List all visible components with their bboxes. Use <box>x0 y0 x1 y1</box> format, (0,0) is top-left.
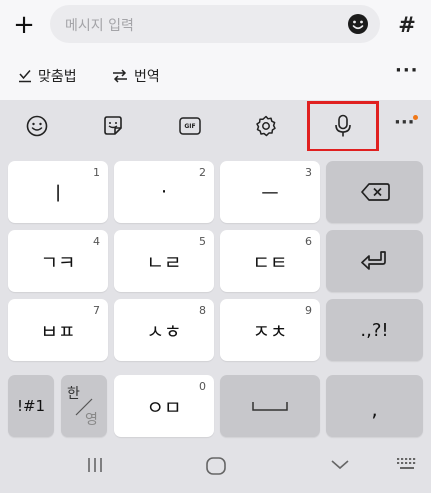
microphone-highlight-box <box>307 101 379 152</box>
punctuation-key[interactable]: .,?! <box>326 299 423 361</box>
keypad: ㅣ 1 · 2 ㅡ 3 ㄱㅋ 4 ㄴㄹ 5 ㄷㅌ 6 ㅂㅍ 7 ㅅㅎ 8 ㅈㅊ … <box>0 151 431 441</box>
key-4[interactable]: ㄱㅋ 4 <box>8 230 108 292</box>
translate-button[interactable]: 번역 <box>112 66 160 86</box>
gif-label: GIF <box>184 122 196 130</box>
message-placeholder: 메시지 입력 <box>65 18 134 34</box>
translate-icon <box>112 69 128 83</box>
spellcheck-button[interactable]: 맞춤법 <box>18 66 77 86</box>
symbols-key[interactable]: !#1 <box>8 375 54 437</box>
emoji-icon[interactable] <box>347 13 369 35</box>
key-5[interactable]: ㄴㄹ 5 <box>114 230 214 292</box>
message-bar: + 메시지 입력 # <box>0 0 431 50</box>
backspace-key[interactable] <box>326 161 423 223</box>
more-options-button[interactable]: ··· <box>395 60 419 81</box>
spellcheck-icon <box>18 69 32 83</box>
keyboard-switch-icon[interactable] <box>396 457 418 471</box>
navigation-bar <box>0 441 431 493</box>
translate-label: 번역 <box>134 69 160 85</box>
space-icon <box>220 375 320 437</box>
key-9[interactable]: ㅈㅊ 9 <box>220 299 320 361</box>
key-7[interactable]: ㅂㅍ 7 <box>8 299 108 361</box>
message-input[interactable]: 메시지 입력 <box>50 5 380 43</box>
key-6[interactable]: ㄷㅌ 6 <box>220 230 320 292</box>
key-1[interactable]: ㅣ 1 <box>8 161 108 223</box>
toolbar-more-button[interactable]: ··· <box>394 112 415 133</box>
tools-row: 맞춤법 번역 ··· <box>0 50 431 100</box>
key-3[interactable]: ㅡ 3 <box>220 161 320 223</box>
comma-key[interactable]: , <box>326 375 423 437</box>
home-icon[interactable] <box>206 457 226 475</box>
key-0[interactable]: ㅇㅁ 0 <box>114 375 214 437</box>
hash-button[interactable]: # <box>392 10 422 40</box>
key-8[interactable]: ㅅㅎ 8 <box>114 299 214 361</box>
slash-icon <box>75 398 93 416</box>
emoji-icon[interactable] <box>24 113 50 139</box>
settings-icon[interactable] <box>253 113 279 139</box>
space-key[interactable] <box>220 375 320 437</box>
gif-icon[interactable]: GIF <box>177 113 203 139</box>
backspace-icon <box>326 161 423 223</box>
back-icon[interactable] <box>330 457 350 471</box>
spellcheck-label: 맞춤법 <box>38 69 77 85</box>
language-english-label: 영 <box>85 412 98 428</box>
language-switch-key[interactable]: 한 영 <box>61 375 107 437</box>
key-2[interactable]: · 2 <box>114 161 214 223</box>
plus-button[interactable]: + <box>9 10 39 40</box>
sticker-icon[interactable] <box>100 113 126 139</box>
notification-dot <box>413 115 418 120</box>
enter-key[interactable] <box>326 230 423 292</box>
recent-apps-icon[interactable] <box>86 457 104 473</box>
enter-icon <box>326 230 423 292</box>
